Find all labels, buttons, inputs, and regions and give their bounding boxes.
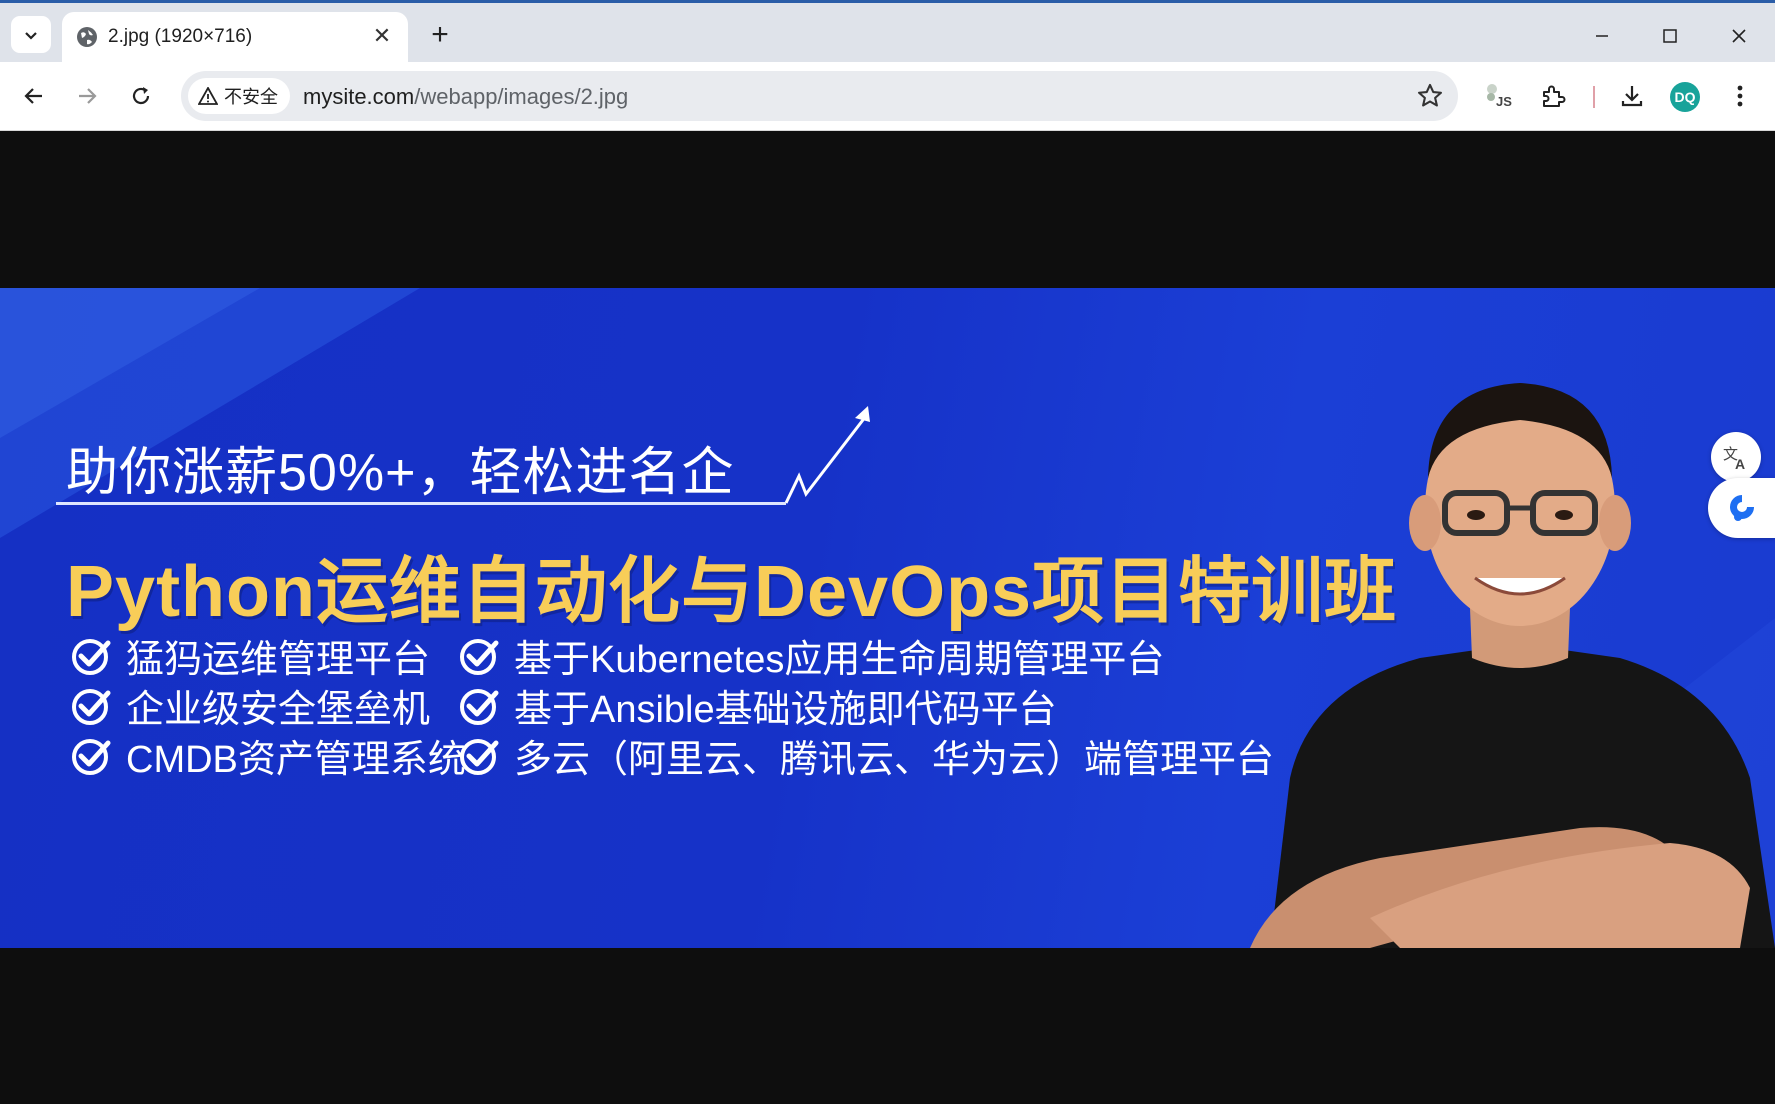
check-circle-icon: [72, 638, 111, 675]
close-window-icon[interactable]: [1719, 17, 1759, 55]
check-circle-icon: [460, 638, 499, 675]
reload-button[interactable]: [121, 76, 161, 116]
feature-label: 猛犸运维管理平台: [126, 639, 431, 681]
warning-icon: [198, 87, 218, 105]
check-circle-icon: [72, 738, 111, 775]
image-viewport: 助你涨薪50%+，轻松进名企 Python运维自动化与DevOps项目特训班 猛…: [0, 131, 1775, 1104]
feature-label: CMDB资产管理系统: [126, 739, 466, 781]
address-bar[interactable]: 不安全 mysite.com/webapp/images/2.jpg: [181, 71, 1458, 121]
check-circle-icon: [72, 688, 111, 725]
download-icon[interactable]: [1612, 76, 1652, 116]
check-circle-icon: [460, 688, 499, 725]
banner-headline: 助你涨薪50%+，轻松进名企: [66, 444, 735, 502]
assistant-button[interactable]: [1708, 478, 1775, 538]
feature-item: 企业级安全堡垒机: [70, 678, 430, 733]
back-arrow-icon: [24, 88, 42, 104]
tab-list-icon: [25, 31, 37, 40]
star-icon[interactable]: [1416, 82, 1444, 110]
browser-toolbar: 不安全 mysite.com/webapp/images/2.jpg JS DQ: [0, 62, 1775, 131]
feature-item: 多云（阿里云、腾讯云、华为云）端管理平台: [458, 728, 1274, 783]
maximize-icon[interactable]: [1650, 17, 1690, 55]
plus-icon[interactable]: +: [426, 20, 454, 50]
toolbar-separator: [1593, 86, 1595, 108]
forward-arrow-icon: [79, 88, 97, 104]
svg-text:JS: JS: [1496, 94, 1512, 109]
banner-title: Python运维自动化与DevOps项目特训班: [66, 552, 1398, 632]
tab-strip: 2.jpg (1920×716) ✕ +: [0, 3, 1775, 62]
translate-button[interactable]: 文A: [1711, 432, 1761, 482]
feature-label: 基于Ansible基础设施即代码平台: [514, 689, 1057, 731]
feature-label: 企业级安全堡垒机: [126, 689, 431, 731]
profile-avatar[interactable]: DQ: [1670, 82, 1700, 112]
tab-list-button[interactable]: [11, 16, 51, 53]
security-chip[interactable]: 不安全: [188, 78, 290, 114]
course-banner-image: 助你涨薪50%+，轻松进名企 Python运维自动化与DevOps项目特训班 猛…: [0, 288, 1775, 948]
forward-button[interactable]: [67, 76, 107, 116]
url-path: /webapp/images/2.jpg: [414, 84, 629, 109]
feature-item: 基于Kubernetes应用生命周期管理平台: [458, 628, 1164, 683]
security-label: 不安全: [224, 87, 278, 107]
translate-icon: 文A: [1723, 445, 1745, 471]
more-vert-icon[interactable]: [1720, 76, 1760, 116]
close-icon[interactable]: ✕: [370, 23, 394, 48]
headline-underline: [56, 502, 786, 505]
assistant-icon: [1729, 495, 1754, 521]
check-circle-icon: [460, 738, 499, 775]
feature-item: 猛犸运维管理平台: [70, 628, 430, 683]
instructor-photo: [1250, 383, 1775, 948]
feature-item: CMDB资产管理系统: [70, 728, 466, 783]
svg-text:A: A: [1735, 456, 1745, 471]
active-tab[interactable]: 2.jpg (1920×716) ✕: [62, 12, 408, 62]
back-button[interactable]: [14, 76, 54, 116]
tab-title: 2.jpg (1920×716): [108, 26, 253, 47]
minimize-icon[interactable]: [1582, 17, 1622, 55]
url-host: mysite.com: [303, 84, 415, 109]
feature-label: 基于Kubernetes应用生命周期管理平台: [514, 639, 1165, 681]
feature-label: 多云（阿里云、腾讯云、华为云）端管理平台: [514, 739, 1275, 781]
globe-icon: [77, 27, 97, 47]
url-text[interactable]: mysite.com/webapp/images/2.jpg: [303, 84, 628, 110]
js-extension-icon[interactable]: JS: [1478, 76, 1518, 116]
reload-icon: [132, 87, 150, 105]
puzzle-icon[interactable]: [1533, 76, 1573, 116]
feature-item: 基于Ansible基础设施即代码平台: [458, 678, 1057, 733]
